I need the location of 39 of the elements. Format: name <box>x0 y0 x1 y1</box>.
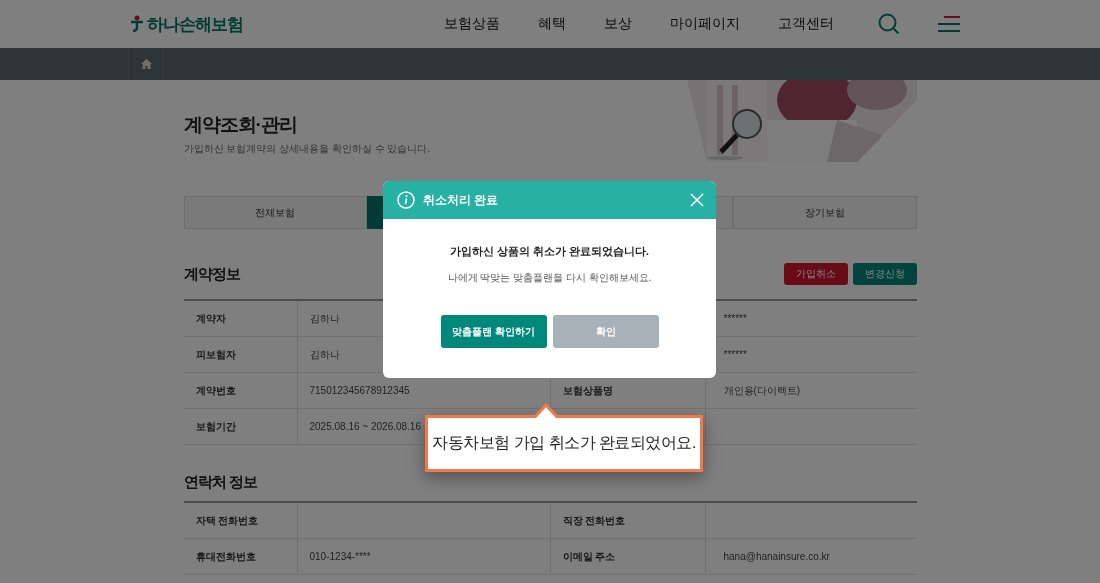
search-icon[interactable] <box>878 13 900 35</box>
table-cell-text: ****** <box>722 348 748 362</box>
logo-icon <box>130 15 144 33</box>
nav-link[interactable]: 고객센터 <box>778 15 834 33</box>
action-button[interactable]: 변경신청 <box>852 263 917 285</box>
nav-link[interactable]: 마이페이지 <box>670 15 740 33</box>
table-cell-text: 개인용(다이렉트) <box>722 383 802 398</box>
menu-icon[interactable] <box>938 16 960 32</box>
table-cell: 010-1234-**** <box>297 539 551 574</box>
nav-link[interactable]: 혜택 <box>538 15 566 33</box>
info-icon <box>397 191 415 209</box>
nav-link[interactable]: 보험상품 <box>444 15 500 33</box>
dialog-submessage: 나에게 딱맞는 맞춤플랜을 다시 확인해보세요. <box>446 271 653 285</box>
home-button[interactable] <box>128 48 164 80</box>
close-icon[interactable] <box>690 193 704 207</box>
section-title: 계약정보 <box>183 264 240 284</box>
row-label: 자택 전화번호 <box>183 503 298 538</box>
dialog-button[interactable]: 맞춤플랜 확인하기 <box>440 315 547 348</box>
row-label: 보험기간 <box>183 409 298 444</box>
row-label: 휴대전화번호 <box>183 539 298 574</box>
nav-link[interactable]: 보상 <box>604 15 632 33</box>
row-label: 직장 전화번호 <box>550 503 706 538</box>
page-subtitle: 가입하신 보험계약의 상세내용을 확인하실 수 있습니다. <box>183 142 431 156</box>
section-title: 연락처 정보 <box>183 472 257 492</box>
row-label: 계약자 <box>183 301 298 336</box>
row-label: 피보험자 <box>183 337 298 372</box>
row-label: 이메일 주소 <box>550 539 706 574</box>
row-label: 계약번호 <box>183 373 298 408</box>
home-icon <box>140 59 152 69</box>
action-button[interactable]: 가입취소 <box>783 263 848 285</box>
tab[interactable]: 전체보험 <box>183 196 367 229</box>
logo-text[interactable]: 하나손해보험 <box>147 12 243 36</box>
dialog-message: 가입하신 상품의 취소가 완료되었습니다. <box>449 245 650 259</box>
dialog-title: 취소처리 완료 <box>423 191 499 209</box>
page-title: 계약조회·관리 <box>183 113 298 137</box>
dialog-button[interactable]: 확인 <box>552 315 659 348</box>
tab[interactable]: 장기보험 <box>733 196 917 229</box>
table-cell-text: hana@hanainsure.co.kr <box>722 550 831 564</box>
table-cell-text: ****** <box>722 312 748 326</box>
